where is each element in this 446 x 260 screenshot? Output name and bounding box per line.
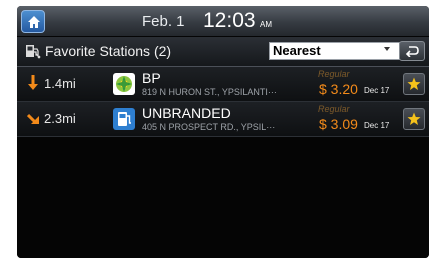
back-arrow-icon bbox=[405, 46, 419, 57]
station-name: UNBRANDED bbox=[142, 105, 231, 121]
fuel-type-label: Regular bbox=[318, 104, 350, 114]
sort-dropdown[interactable]: Nearest bbox=[269, 42, 400, 60]
station-address: 405 N PROSPECT RD., YPSIL··· bbox=[142, 122, 276, 132]
favorite-star-button[interactable] bbox=[403, 108, 425, 130]
fuel-price: $ 3.20 bbox=[319, 81, 358, 97]
list-item[interactable]: 1.4mi BP 819 N HURON ST., YPSILANTI··· R… bbox=[17, 67, 429, 102]
status-bar: Feb. 1 12:03 AM bbox=[17, 6, 429, 36]
fuel-type-label: Regular bbox=[318, 69, 350, 79]
station-address: 819 N HURON ST., YPSILANTI··· bbox=[142, 87, 277, 97]
back-button[interactable] bbox=[399, 41, 425, 61]
arrow-down-right-icon bbox=[27, 113, 39, 124]
arrow-down-icon bbox=[28, 75, 38, 90]
screen: Feb. 1 12:03 AM Favorite Stations (2) Ne… bbox=[17, 6, 429, 258]
sort-selected-value: Nearest bbox=[273, 43, 321, 58]
star-icon bbox=[407, 112, 421, 125]
price-date: Dec 17 bbox=[364, 121, 390, 130]
list-item[interactable]: 2.3mi UNBRANDED 405 N PROSPECT RD., YPSI… bbox=[17, 102, 429, 137]
fuel-price: $ 3.09 bbox=[319, 116, 358, 132]
gas-station-icon bbox=[26, 45, 41, 59]
home-button[interactable] bbox=[21, 10, 45, 33]
fuel-pump-icon bbox=[113, 108, 135, 130]
time-display: 12:03 bbox=[203, 9, 256, 32]
station-distance: 2.3mi bbox=[44, 111, 76, 126]
ampm-indicator: AM bbox=[260, 20, 272, 29]
chevron-down-icon bbox=[384, 47, 390, 51]
price-date: Dec 17 bbox=[364, 86, 390, 95]
bp-logo-icon bbox=[113, 73, 135, 95]
home-icon bbox=[28, 16, 40, 28]
list-header: Favorite Stations (2) Nearest bbox=[17, 37, 429, 67]
date-display: Feb. 1 bbox=[142, 13, 185, 30]
favorite-star-button[interactable] bbox=[403, 73, 425, 95]
station-name: BP bbox=[142, 70, 161, 86]
station-distance: 1.4mi bbox=[44, 76, 76, 91]
empty-list-area bbox=[17, 137, 429, 258]
page-title: Favorite Stations (2) bbox=[45, 43, 172, 59]
star-icon bbox=[407, 77, 421, 90]
